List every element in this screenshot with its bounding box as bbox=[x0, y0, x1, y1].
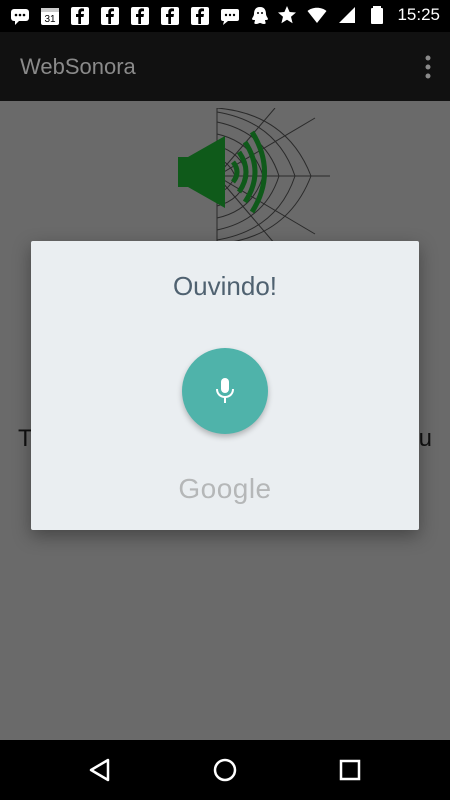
signal-icon bbox=[339, 7, 356, 23]
system-icons: 15:25 bbox=[277, 5, 440, 25]
battery-icon bbox=[371, 6, 384, 24]
overflow-menu-icon[interactable] bbox=[424, 54, 432, 80]
ghost-icon bbox=[252, 7, 268, 24]
app-toolbar: WebSonora bbox=[0, 32, 450, 101]
facebook-icon bbox=[131, 7, 149, 25]
status-bar: 31 15:25 bbox=[0, 0, 450, 32]
facebook-icon bbox=[101, 7, 119, 25]
home-icon[interactable] bbox=[212, 757, 238, 783]
facebook-icon bbox=[191, 7, 209, 25]
notification-icons: 31 bbox=[10, 6, 270, 26]
star-icon bbox=[278, 6, 297, 24]
mic-button[interactable] bbox=[182, 348, 268, 434]
google-logo: Google bbox=[178, 473, 272, 504]
wifi-icon bbox=[307, 7, 327, 23]
recents-icon[interactable] bbox=[337, 757, 363, 783]
clock: 15:25 bbox=[397, 5, 440, 24]
app-title: WebSonora bbox=[20, 54, 136, 79]
websonora-logo bbox=[178, 108, 330, 244]
message-icon bbox=[221, 9, 239, 25]
navigation-bar bbox=[0, 740, 450, 800]
facebook-icon bbox=[161, 7, 179, 25]
microphone-icon bbox=[216, 378, 234, 403]
facebook-icon bbox=[71, 7, 89, 25]
calendar-day: 31 bbox=[44, 14, 56, 25]
voice-search-dialog: Ouvindo! Google bbox=[31, 241, 419, 530]
listening-title: Ouvindo! bbox=[172, 271, 278, 301]
calendar-icon: 31 bbox=[41, 8, 59, 25]
chat-icon bbox=[11, 9, 29, 25]
back-icon[interactable] bbox=[87, 757, 113, 783]
background-text-right: u bbox=[418, 425, 432, 452]
